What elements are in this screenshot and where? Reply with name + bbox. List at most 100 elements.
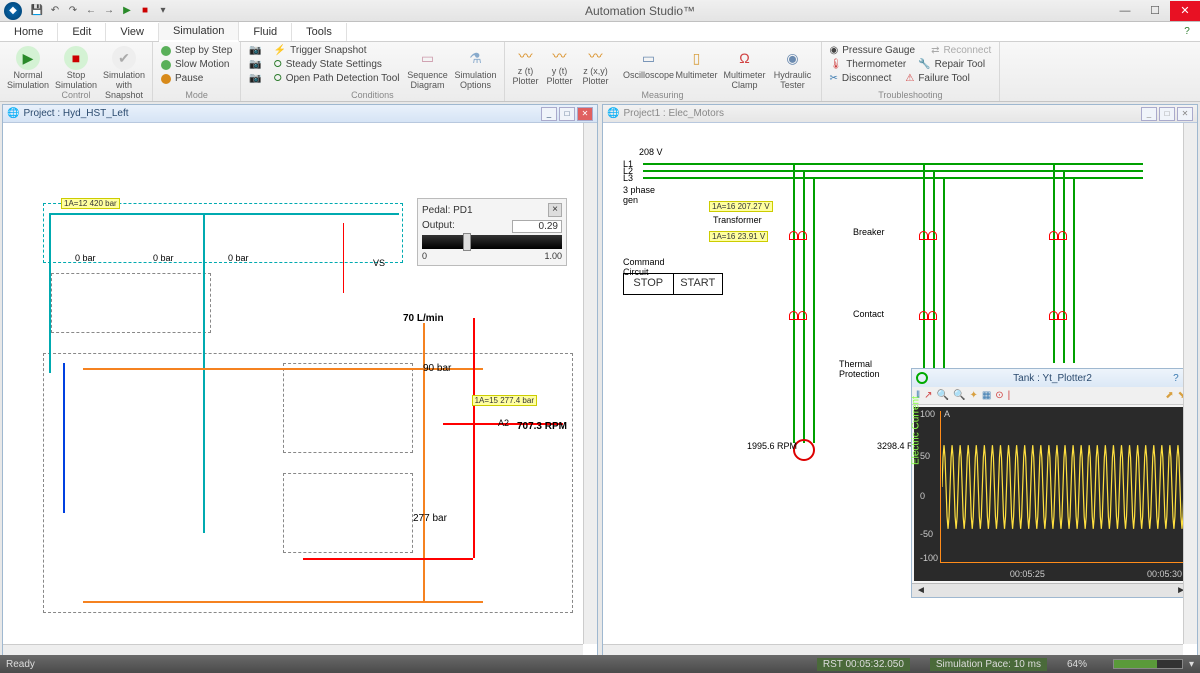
left-canvas[interactable]: 1A=12 420 bar 1A=15 277.4 bar 70 L/min 9…	[3, 123, 597, 658]
pressure-gauge-button[interactable]: ◉Pressure Gauge⇄Reconnect	[828, 44, 994, 57]
thermal-label: Thermal Protection	[839, 359, 889, 379]
workspace: 🌐 Project : Hyd_HST_Left _ □ ✕	[0, 102, 1200, 661]
tag-trans2: 1A=16 23.91 V	[709, 231, 768, 242]
status-more-icon[interactable]: ▾	[1189, 659, 1194, 670]
plotter-zoomout-icon[interactable]: 🔍	[953, 390, 965, 401]
right-pane-title: Project1 : Elec_Motors	[623, 108, 724, 119]
plotter-chart[interactable]: Electric Current 100 50 0 -50 -100 A 00:…	[914, 407, 1188, 581]
slow-motion-button[interactable]: Slow Motion	[159, 58, 234, 71]
pedal-slider[interactable]	[422, 235, 562, 249]
sequence-diagram-button[interactable]: ▭Sequence Diagram	[406, 44, 450, 91]
plotter-cursor-icon[interactable]: ✦	[969, 390, 977, 401]
redo-icon[interactable]: ↷	[66, 4, 80, 18]
pedal-min: 0	[422, 251, 427, 261]
pedal-slider-thumb[interactable]	[463, 233, 471, 251]
gen-label: 3 phase gen	[623, 185, 663, 205]
tab-edit[interactable]: Edit	[58, 23, 106, 41]
plotter-tool-icon[interactable]: ↗	[924, 390, 932, 401]
rpm1-label: 1995.6 RPM	[747, 441, 797, 451]
multimeter-clamp-button[interactable]: ΩMultimeter Clamp	[723, 44, 767, 91]
pane-maximize-button[interactable]: □	[1159, 107, 1175, 121]
tab-home[interactable]: Home	[0, 23, 58, 41]
plotter-power-icon[interactable]	[916, 372, 928, 384]
status-bar: Ready RST 00:05:32.050 Simulation Pace: …	[0, 655, 1200, 673]
quick-access-toolbar: 💾 ↶ ↷ ← → ▶ ■ ▾	[30, 4, 170, 18]
pane-close-button[interactable]: ✕	[1177, 107, 1193, 121]
ribbon-group-conditions: 📷 📷 📷 ⚡Trigger Snapshot ⭘Steady State Se…	[241, 42, 504, 101]
stop-button[interactable]: STOP	[624, 274, 673, 294]
plotter-zoom-icon[interactable]: 🔍	[937, 390, 949, 401]
transformer-label: Transformer	[713, 215, 762, 225]
tab-view[interactable]: View	[106, 23, 159, 41]
oscilloscope-button[interactable]: ▭Oscilloscope	[627, 44, 671, 81]
l3-label: L3	[623, 173, 633, 183]
a2-label: A2	[498, 418, 509, 428]
tab-fluid[interactable]: Fluid	[239, 23, 292, 41]
normal-simulation-button[interactable]: ▶Normal Simulation	[6, 44, 50, 91]
left-pane-titlebar[interactable]: 🌐 Project : Hyd_HST_Left _ □ ✕	[3, 105, 597, 123]
stop-icon[interactable]: ■	[138, 4, 152, 18]
arrow-left-icon[interactable]: ←	[84, 4, 98, 18]
disconnect-button[interactable]: ✂Disconnect⚠Failure Tool	[828, 72, 994, 85]
zxy-plotter-button[interactable]: 〰z (x,y) Plotter	[579, 44, 613, 87]
left-pane: 🌐 Project : Hyd_HST_Left _ □ ✕	[2, 104, 598, 659]
open-path-detection-button[interactable]: ⭘Open Path Detection Tool	[272, 72, 402, 85]
plotter-grid-icon[interactable]: ▦	[982, 390, 991, 401]
start-button[interactable]: START	[673, 274, 723, 294]
step-by-step-button[interactable]: Step by Step	[159, 44, 234, 57]
plotter-ruler-icon[interactable]: |	[1008, 390, 1011, 401]
plotter-panel[interactable]: Tank : Yt_Plotter2 ? › ‖ ↗ 🔍 🔍 ✦ ▦ ⊙ | ⬈…	[911, 368, 1191, 598]
xtick-2: 00:05:30	[1147, 569, 1182, 579]
rpm-readout: 707.3 RPM	[517, 421, 567, 432]
undo-icon[interactable]: ↶	[48, 4, 62, 18]
tag-right: 1A=15 277.4 bar	[472, 395, 537, 406]
pause-button[interactable]: Pause	[159, 72, 234, 85]
right-pane-titlebar[interactable]: 🌐 Project1 : Elec_Motors _ □ ✕	[603, 105, 1197, 123]
tag-left: 1A=12 420 bar	[61, 198, 120, 209]
plotter-export-icon[interactable]: ⬈	[1165, 390, 1173, 401]
help-icon[interactable]: ?	[1180, 25, 1194, 39]
zt-plotter-button[interactable]: 〰z (t) Plotter	[511, 44, 541, 87]
snapshot-icon-1[interactable]: 📷	[247, 44, 263, 57]
simulation-options-button[interactable]: ⚗Simulation Options	[454, 44, 498, 91]
pane-maximize-button[interactable]: □	[559, 107, 575, 121]
right-pane: 🌐 Project1 : Elec_Motors _ □ ✕	[602, 104, 1198, 659]
arrow-right-icon[interactable]: →	[102, 4, 116, 18]
save-icon[interactable]: 💾	[30, 4, 44, 18]
snapshot-icon-2[interactable]: 📷	[247, 58, 263, 71]
app-logo-icon: ◆	[4, 2, 22, 20]
qat-dropdown-icon[interactable]: ▾	[156, 4, 170, 18]
pane-close-button[interactable]: ✕	[577, 107, 593, 121]
minimize-button[interactable]: —	[1110, 1, 1140, 21]
tab-tools[interactable]: Tools	[292, 23, 347, 41]
sub2: 0 bar	[153, 253, 174, 263]
plotter-help-icon[interactable]: ?	[1173, 373, 1179, 384]
pane-minimize-button[interactable]: _	[1141, 107, 1157, 121]
snapshot-icon-3[interactable]: 📷	[247, 72, 263, 85]
hydraulic-tester-button[interactable]: ◉Hydraulic Tester	[771, 44, 815, 91]
thermometer-button[interactable]: 🌡Thermometer🔧Repair Tool	[828, 58, 994, 71]
plotter-center-icon[interactable]: ⊙	[995, 390, 1003, 401]
maximize-button[interactable]: ☐	[1140, 1, 1170, 21]
stop-simulation-button[interactable]: ■Stop Simulation	[54, 44, 98, 91]
xtick-1: 00:05:25	[1010, 569, 1045, 579]
right-canvas[interactable]: 208 V L1 L2 L3 3 phase gen Transformer B…	[603, 123, 1197, 658]
play-icon[interactable]: ▶	[120, 4, 134, 18]
steady-state-button[interactable]: ⭘Steady State Settings	[272, 58, 402, 71]
pedal-output-value[interactable]: 0.29	[512, 220, 562, 233]
zoom-slider[interactable]	[1113, 659, 1183, 669]
right-scrollbar-v[interactable]	[1183, 123, 1197, 644]
close-button[interactable]: ✕	[1170, 1, 1200, 21]
plotter-scrollbar[interactable]: ◄►	[912, 583, 1190, 597]
left-scrollbar-v[interactable]	[583, 123, 597, 644]
trigger-snapshot-button[interactable]: ⚡Trigger Snapshot	[272, 44, 402, 57]
pane-minimize-button[interactable]: _	[541, 107, 557, 121]
pedal-close-button[interactable]: ×	[548, 203, 562, 217]
breaker-contact	[789, 231, 807, 238]
pedal-panel[interactable]: Pedal: PD1× Output:0.29 01.00	[417, 198, 567, 266]
document-icon: 🌐	[7, 108, 19, 119]
multimeter-button[interactable]: ▯Multimeter	[675, 44, 719, 81]
yt-plotter-button[interactable]: 〰y (t) Plotter	[545, 44, 575, 87]
tab-simulation[interactable]: Simulation	[159, 22, 239, 42]
pedal-title: Pedal: PD1	[422, 205, 473, 216]
